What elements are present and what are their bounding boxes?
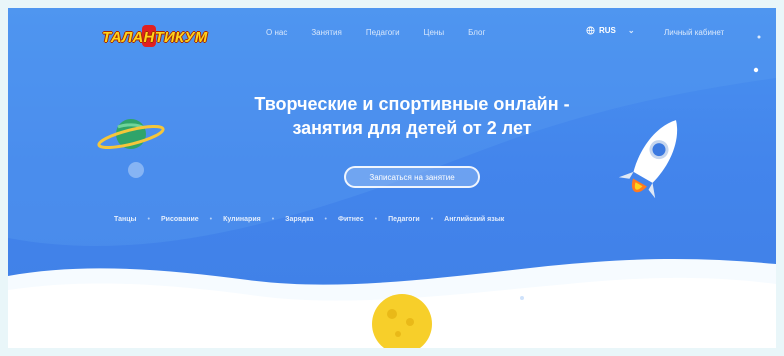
nav-link-about[interactable]: О нас (266, 28, 287, 37)
category-separator: • (209, 216, 213, 223)
nav-link-classes[interactable]: Занятия (311, 28, 342, 37)
hero-section: ТАЛАНТИКУМ О нас Занятия Педагоги Цены Б… (8, 8, 776, 348)
main-nav: О нас Занятия Педагоги Цены Блог (266, 28, 485, 37)
category-separator: • (430, 216, 434, 223)
navbar: ТАЛАНТИКУМ О нас Занятия Педагоги Цены Б… (8, 8, 776, 52)
category-cooking[interactable]: Кулинария (223, 216, 261, 223)
hero-title-line-2: занятия для детей от 2 лет (292, 118, 532, 138)
moon-icon (128, 162, 144, 178)
star-icon (757, 35, 761, 39)
nav-link-teachers[interactable]: Педагоги (366, 28, 400, 37)
planet-icon (97, 119, 165, 149)
category-fitness[interactable]: Фитнес (338, 216, 364, 223)
rocket-icon (618, 120, 678, 199)
category-dance[interactable]: Танцы (114, 216, 137, 223)
moon-icon (372, 294, 432, 348)
chevron-down-icon: ⌄ (627, 26, 635, 35)
language-selector[interactable]: RUS ⌄ (586, 26, 635, 35)
nav-link-prices[interactable]: Цены (424, 28, 445, 37)
account-link[interactable]: Личный кабинет (664, 28, 724, 37)
category-exercise[interactable]: Зарядка (285, 216, 313, 223)
star-icon (753, 67, 759, 73)
hero-title-line-1: Творческие и спортивные онлайн - (254, 94, 570, 114)
category-separator: • (324, 216, 327, 223)
category-nav: Танцы • Рисование • Кулинария • Зарядка … (114, 216, 504, 223)
language-label: RUS (599, 26, 616, 35)
hero-title: Творческие и спортивные онлайн - занятия… (212, 92, 612, 140)
category-drawing[interactable]: Рисование (161, 216, 199, 223)
category-teachers[interactable]: Педагоги (388, 216, 420, 223)
signup-button[interactable]: Записаться на занятие (344, 166, 480, 188)
globe-icon (586, 26, 595, 35)
category-separator: • (147, 216, 150, 223)
category-english[interactable]: Английский язык (444, 216, 504, 223)
star-icon (520, 296, 524, 300)
logo-text: ТАЛАНТИКУМ (102, 29, 208, 46)
category-separator: • (271, 216, 275, 223)
category-separator: • (374, 216, 378, 223)
nav-link-blog[interactable]: Блог (468, 28, 485, 37)
logo[interactable]: ТАЛАНТИКУМ (100, 22, 240, 50)
